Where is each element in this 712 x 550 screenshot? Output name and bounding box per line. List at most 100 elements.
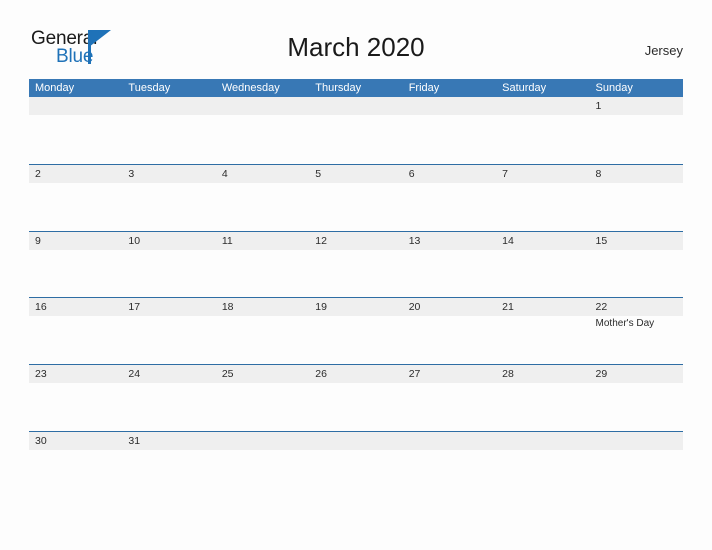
day-number: 30	[35, 434, 47, 447]
day-number: 25	[221, 368, 234, 381]
day-number: 2	[35, 167, 41, 180]
calendar-day-cell[interactable]: 20	[403, 298, 496, 364]
calendar-day-cell[interactable]: 25	[216, 365, 309, 431]
calendar-week-row: 1	[29, 97, 683, 164]
day-number: 6	[408, 167, 415, 180]
calendar-day-cell[interactable]: 14	[496, 232, 589, 298]
calendar-day-cell[interactable]: 2	[29, 165, 122, 231]
day-number: 7	[502, 167, 508, 180]
calendar-day-cell[interactable]: 21	[496, 298, 589, 364]
page-title: March 2020	[287, 32, 425, 62]
calendar-day-cell[interactable]: 22 Mother's Day	[590, 298, 683, 364]
day-number: 1	[595, 100, 602, 112]
weekday-header-saturday: Saturday	[502, 82, 547, 94]
calendar-day-cell-empty	[590, 432, 683, 457]
calendar-day-cell[interactable]: 13	[403, 232, 496, 298]
calendar-grid: Monday Tuesday Wednesday Thursday Friday…	[29, 79, 683, 457]
day-event-label: Mother's Day	[595, 318, 655, 330]
weekday-header-monday: Monday	[35, 82, 75, 94]
calendar-day-cell[interactable]: 10	[122, 232, 215, 298]
calendar-day-cell[interactable]: 19	[309, 298, 402, 364]
calendar-day-cell[interactable]: 23	[29, 365, 122, 431]
calendar-day-cell[interactable]: 27	[403, 365, 496, 431]
calendar-week-row: 30 31	[29, 430, 683, 457]
day-number: 19	[315, 301, 327, 314]
calendar-day-cell[interactable]: 3	[122, 165, 215, 231]
day-number: 5	[315, 167, 322, 180]
page-header: General Blue March 2020 Jersey	[29, 26, 683, 72]
day-number: 10	[128, 234, 141, 247]
calendar-day-cell-empty	[309, 97, 402, 164]
day-number: 22	[595, 301, 608, 314]
day-number: 28	[502, 368, 514, 381]
calendar-day-cell-empty	[309, 432, 402, 457]
calendar-day-cell[interactable]: 4	[216, 165, 309, 231]
calendar-day-cell[interactable]: 12	[309, 232, 402, 298]
calendar-day-cell[interactable]: 7	[496, 165, 589, 231]
calendar-day-cell[interactable]: 28	[496, 365, 589, 431]
calendar-day-cell-empty	[216, 97, 309, 164]
day-number: 31	[128, 434, 141, 447]
calendar-week-row: 16 17 18 19 20 21 22 Mother's Day	[29, 297, 683, 365]
calendar-day-cell[interactable]: 31	[122, 432, 215, 457]
calendar-day-cell-empty	[122, 97, 215, 164]
day-number: 11	[221, 234, 233, 247]
day-number: 9	[35, 234, 41, 247]
day-number: 4	[221, 167, 228, 180]
day-number: 3	[128, 167, 135, 180]
calendar-day-cell-empty	[403, 97, 496, 164]
day-number: 26	[315, 368, 327, 381]
calendar-day-cell[interactable]: 11	[216, 232, 309, 298]
calendar-week-row: 2 3 4 5 6 7 8	[29, 163, 683, 231]
calendar-day-cells: 9 10 11 12 13 14 15	[29, 232, 683, 298]
calendar-day-cell[interactable]: 6	[403, 165, 496, 231]
calendar-day-cells: 16 17 18 19 20 21 22 Mother's Day	[29, 298, 683, 364]
calendar-day-cells: 2 3 4 5 6 7 8	[29, 165, 683, 231]
day-number: 8	[595, 167, 602, 180]
day-number: 27	[408, 368, 421, 381]
locale-label: Jersey	[644, 43, 683, 58]
weekday-header-friday: Friday	[408, 82, 440, 94]
calendar-day-cell[interactable]: 8	[590, 165, 683, 231]
weekday-header-thursday: Thursday	[315, 82, 362, 94]
calendar-day-cell-empty	[496, 97, 589, 164]
day-number: 18	[221, 301, 234, 314]
calendar-day-cell[interactable]: 30	[29, 432, 122, 457]
calendar-page: General Blue March 2020 Jersey Monday Tu…	[0, 0, 712, 550]
calendar-day-cell[interactable]: 15	[590, 232, 683, 298]
calendar-day-cell[interactable]: 18	[216, 298, 309, 364]
day-number: 15	[595, 234, 608, 247]
day-number: 20	[408, 301, 421, 314]
calendar-day-cell[interactable]: 9	[29, 232, 122, 298]
weekday-header-row: Monday Tuesday Wednesday Thursday Friday…	[29, 79, 683, 97]
calendar-day-cell-empty	[403, 432, 496, 457]
calendar-week-row: 9 10 11 12 13 14 15	[29, 230, 683, 298]
calendar-day-cell[interactable]: 24	[122, 365, 215, 431]
calendar-day-cell-empty	[29, 97, 122, 164]
calendar-day-cell[interactable]: 17	[122, 298, 215, 364]
calendar-day-cells: 23 24 25 26 27 28 29	[29, 365, 683, 431]
calendar-day-cell[interactable]: 29	[590, 365, 683, 431]
day-number: 12	[315, 234, 327, 247]
day-number: 29	[595, 368, 608, 381]
calendar-day-cell-empty	[216, 432, 309, 457]
calendar-day-cell[interactable]: 1	[590, 97, 683, 164]
weekday-header-sunday: Sunday	[595, 82, 633, 94]
calendar-day-cells: 1	[29, 97, 683, 164]
calendar-day-cell-empty	[496, 432, 589, 457]
calendar-day-cells: 30 31	[29, 432, 683, 457]
day-number: 13	[408, 234, 421, 247]
day-number: 16	[35, 301, 47, 314]
calendar-week-row: 23 24 25 26 27 28 29	[29, 364, 683, 431]
day-number: 21	[502, 301, 514, 314]
day-number: 14	[502, 234, 514, 247]
weekday-header-tuesday: Tuesday	[128, 82, 171, 94]
calendar-day-cell[interactable]: 26	[309, 365, 402, 431]
calendar-day-cell[interactable]: 16	[29, 298, 122, 364]
weekday-header-wednesday: Wednesday	[221, 82, 280, 94]
day-number: 17	[128, 301, 141, 314]
calendar-day-cell[interactable]: 5	[309, 165, 402, 231]
day-number: 24	[128, 368, 141, 381]
calendar-weeks: 1 2 3 4 5 6 7 8 9 10 11 12 13 14 15 16 17 18 19 20 21 22 Mothe…	[29, 97, 683, 457]
day-number: 23	[35, 368, 47, 381]
